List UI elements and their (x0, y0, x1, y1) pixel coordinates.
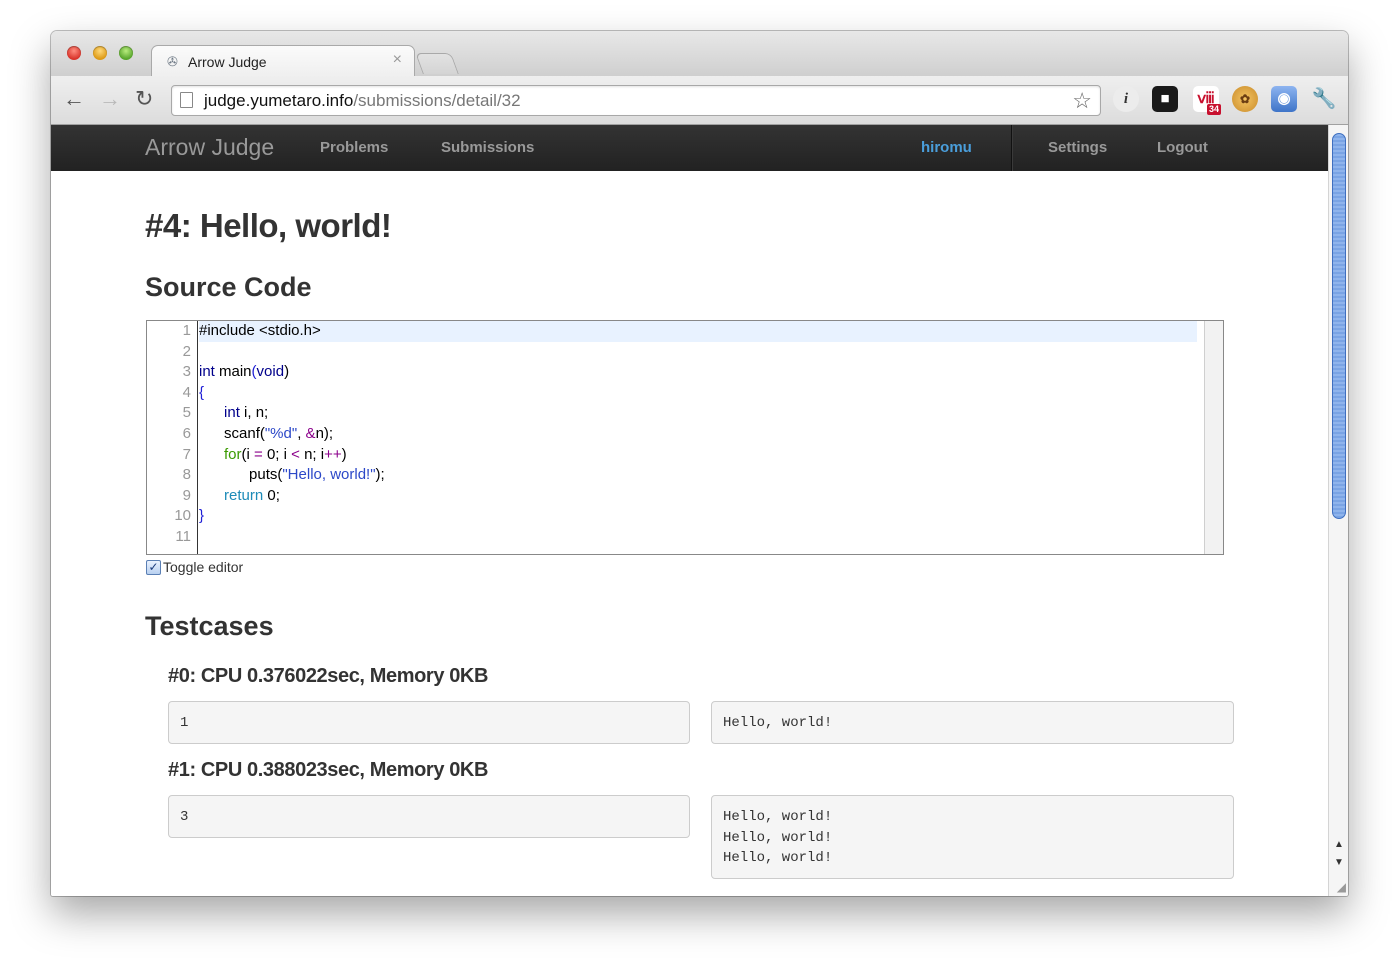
code-line: return 0; (224, 486, 280, 504)
shield-extension-icon[interactable]: ■ (1152, 86, 1178, 112)
calendar-extension-icon[interactable]: ⅷ 34 (1193, 86, 1221, 115)
site-navbar: Arrow Judge Problems Submissions hiromu … (51, 125, 1328, 171)
source-code-heading: Source Code (145, 272, 312, 302)
line-number: 4 (182, 383, 191, 401)
code-line: int i, n; (224, 404, 269, 422)
line-number: 10 (174, 507, 191, 525)
cookie-extension-icon[interactable]: ✿ (1232, 86, 1258, 112)
line-number: 3 (182, 363, 191, 381)
info-extension-icon[interactable]: i (1113, 86, 1139, 112)
testcase-output: Hello, world! Hello, world! Hello, world… (711, 795, 1234, 879)
brand-link[interactable]: Arrow Judge (145, 134, 274, 161)
code-editor[interactable]: 1 2 3 4 5 6 7 8 9 10 11 #include <stdio.… (146, 320, 1224, 555)
testcases-heading: Testcases (145, 611, 274, 641)
line-number: 6 (182, 425, 191, 442)
testcase-input: 3 (168, 795, 690, 838)
line-number: 1 (182, 322, 191, 339)
line-number: 8 (182, 466, 191, 484)
line-number: 2 (182, 342, 191, 360)
nav-logout-link[interactable]: Logout (1157, 139, 1208, 156)
toggle-editor-control[interactable]: ✓ Toggle editor (146, 559, 243, 575)
scroll-up-arrow-icon[interactable]: ▲ (1334, 839, 1344, 850)
page-scrollbar[interactable]: ▲ ▼ (1328, 125, 1348, 896)
editor-gutter: 1 2 3 4 5 6 7 8 9 10 11 (147, 321, 198, 554)
tab-title: Arrow Judge (188, 54, 267, 70)
target-extension-icon[interactable]: ◉ (1271, 86, 1297, 112)
code-line: } (199, 507, 205, 525)
resize-grip-icon[interactable]: ◢ (1337, 880, 1346, 894)
browser-toolbar: ← → ↻ judge.yumetaro.info/submissions/de… (51, 76, 1348, 125)
code-line: #include <stdio.h> (199, 321, 1197, 342)
nav-divider (1011, 125, 1013, 171)
page-icon (180, 92, 193, 108)
line-number: 11 (175, 528, 191, 545)
testcase-input: 1 (168, 701, 690, 744)
code-line: puts("Hello, world!"); (199, 466, 385, 484)
scrollbar-thumb[interactable] (1332, 133, 1346, 519)
new-tab-button[interactable] (415, 53, 459, 74)
tab-close-icon[interactable]: × (393, 51, 402, 69)
forward-icon[interactable]: → (99, 87, 121, 111)
wrench-icon[interactable]: 🔧 (1311, 86, 1337, 112)
testcase-title: #1: CPU 0.388023sec, Memory 0KB (168, 759, 489, 781)
testcase-output: Hello, world! (711, 701, 1234, 744)
address-bar[interactable]: judge.yumetaro.info/submissions/detail/3… (171, 85, 1101, 116)
code-line: { (199, 383, 205, 401)
scroll-down-arrow-icon[interactable]: ▼ (1334, 857, 1344, 868)
minimize-window-button[interactable] (93, 46, 107, 60)
toggle-editor-checkbox[interactable]: ✓ (146, 559, 161, 575)
calendar-badge: 34 (1206, 104, 1221, 115)
line-number: 5 (182, 404, 191, 422)
page-viewport: Arrow Judge Problems Submissions hiromu … (51, 125, 1328, 896)
close-window-button[interactable] (67, 46, 81, 60)
reload-icon[interactable]: ↻ (135, 87, 153, 111)
nav-problems-link[interactable]: Problems (320, 139, 388, 156)
url-path: /submissions/detail/32 (353, 91, 521, 110)
title-bar: ✇ Arrow Judge × (51, 31, 1348, 77)
url-host: judge.yumetaro.info (204, 91, 354, 110)
line-number: 7 (182, 445, 191, 463)
code-line: int main(void) (199, 363, 290, 381)
url-text[interactable]: judge.yumetaro.info/submissions/detail/3… (204, 91, 521, 111)
toggle-editor-label: Toggle editor (163, 559, 244, 575)
editor-code[interactable]: #include <stdio.h> int main(void) { int … (199, 321, 1197, 554)
zoom-window-button[interactable] (119, 46, 133, 60)
nav-user-link[interactable]: hiromu (921, 139, 972, 156)
browser-window: ✇ Arrow Judge × ← → ↻ judge.yumetaro.inf… (51, 31, 1348, 896)
nav-settings-link[interactable]: Settings (1048, 139, 1107, 156)
bookmark-star-icon[interactable]: ☆ (1072, 88, 1092, 114)
code-line: for(i = 0; i < n; i++) (224, 445, 347, 463)
code-line: scanf("%d", &n); (199, 425, 334, 442)
page-title: #4: Hello, world! (145, 207, 392, 244)
line-number: 9 (182, 486, 191, 504)
favicon-icon: ✇ (167, 54, 178, 69)
browser-tab[interactable]: ✇ Arrow Judge × (151, 45, 415, 77)
back-icon[interactable]: ← (63, 87, 85, 111)
editor-scrollbar[interactable] (1204, 321, 1223, 554)
testcase-title: #0: CPU 0.376022sec, Memory 0KB (168, 665, 489, 687)
nav-submissions-link[interactable]: Submissions (441, 139, 534, 156)
